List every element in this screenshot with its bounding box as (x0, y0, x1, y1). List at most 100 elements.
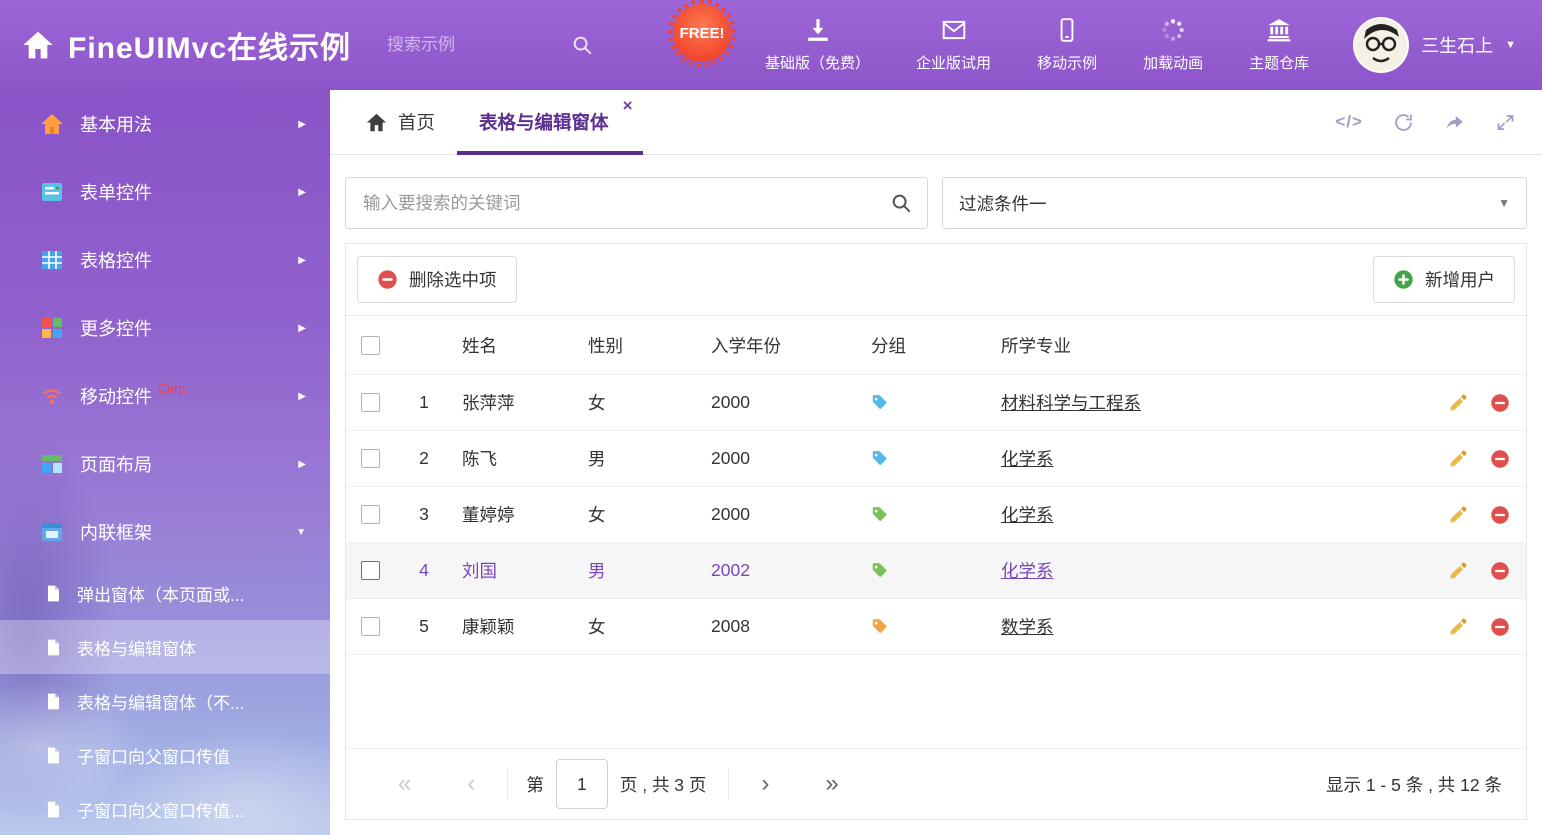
search-icon[interactable] (571, 34, 593, 56)
last-page-button[interactable]: » (797, 772, 866, 796)
tab-label: 首页 (398, 109, 435, 135)
tab-home[interactable]: 首页 (344, 90, 457, 154)
major-link[interactable]: 化学系 (1001, 449, 1054, 469)
page-number-input[interactable] (556, 759, 608, 809)
fullscreen-icon[interactable] (1495, 112, 1516, 133)
sidebar-subitem-grid-edit-window[interactable]: 表格与编辑窗体 (0, 620, 330, 674)
nav-item-basic-free[interactable]: 基础版（免费） (765, 17, 870, 73)
cell-gender: 男 (580, 558, 703, 583)
nav-item-loading-animation[interactable]: 加载动画 (1143, 17, 1203, 73)
sidebar-item-mobile-controls[interactable]: 移动控件 Corp. ▶ (0, 362, 330, 430)
header-nav: 基础版（免费） 企业版试用 移动示例 加载动画 主题仓库 (765, 17, 1309, 73)
cell-year: 2008 (703, 616, 861, 637)
nav-item-mobile-demo[interactable]: 移动示例 (1037, 17, 1097, 73)
first-page-button[interactable]: « (370, 772, 439, 796)
major-link[interactable]: 化学系 (1001, 505, 1054, 525)
share-icon[interactable] (1444, 112, 1465, 133)
delete-icon[interactable] (1490, 561, 1510, 581)
cell-year: 2002 (703, 560, 861, 581)
edit-icon[interactable] (1448, 449, 1468, 469)
refresh-icon[interactable] (1393, 112, 1414, 133)
nav-item-theme-repo[interactable]: 主题仓库 (1249, 17, 1309, 73)
tag-icon (871, 450, 888, 467)
major-link[interactable]: 材料科学与工程系 (1001, 393, 1141, 413)
sidebar-item-label: 表单控件 (80, 179, 152, 205)
table-row-selected: 4 刘国 男 2002 化学系 (346, 543, 1526, 599)
spinner-icon (1160, 17, 1186, 43)
sidebar-item-form-controls[interactable]: 表单控件 ▶ (0, 158, 330, 226)
cell-gender: 女 (580, 502, 703, 527)
column-header-name: 姓名 (454, 333, 580, 358)
delete-icon[interactable] (1490, 393, 1510, 413)
prev-page-button[interactable]: ‹ (439, 772, 503, 796)
edit-icon[interactable] (1448, 561, 1468, 581)
pager-divider (507, 769, 508, 799)
add-user-button[interactable]: 新增用户 (1373, 256, 1515, 303)
major-link[interactable]: 数学系 (1001, 617, 1054, 637)
tab-grid-edit-window[interactable]: 表格与编辑窗体 × (457, 90, 643, 154)
sidebar-item-page-layout[interactable]: 页面布局 ▶ (0, 430, 330, 498)
close-tab-icon[interactable]: × (623, 97, 633, 114)
row-checkbox[interactable] (361, 505, 380, 524)
file-icon (44, 584, 63, 603)
pager-divider (728, 769, 729, 799)
sidebar-subitem-grid-edit-window-2[interactable]: 表格与编辑窗体（不... (0, 674, 330, 728)
minus-circle-icon (377, 269, 398, 290)
search-icon[interactable] (890, 192, 912, 214)
layout-icon (40, 452, 64, 476)
edit-icon[interactable] (1448, 505, 1468, 525)
next-page-button[interactable]: › (733, 772, 797, 796)
sidebar-subitem-child-to-parent-2[interactable]: 子窗口向父窗口传值... (0, 782, 330, 835)
cell-gender: 女 (580, 390, 703, 415)
sidebar-item-iframe[interactable]: 内联框架 ▼ (0, 498, 330, 566)
delete-selected-button[interactable]: 删除选中项 (357, 256, 517, 303)
delete-icon[interactable] (1490, 617, 1510, 637)
tag-icon (871, 562, 888, 579)
tab-label: 表格与编辑窗体 (479, 109, 609, 135)
row-checkbox[interactable] (361, 561, 380, 580)
select-all-checkbox[interactable] (361, 336, 380, 355)
sidebar-item-grid-controls[interactable]: 表格控件 ▶ (0, 226, 330, 294)
header-search-input[interactable] (385, 34, 519, 56)
tag-icon (871, 506, 888, 523)
sidebar-subitem-label: 子窗口向父窗口传值 (77, 743, 230, 768)
cell-name: 刘国 (454, 558, 580, 583)
row-checkbox[interactable] (361, 449, 380, 468)
plus-circle-icon (1393, 269, 1414, 290)
sidebar-item-label: 表格控件 (80, 247, 152, 273)
cell-name: 陈飞 (454, 446, 580, 471)
table-row: 2 陈飞 男 2000 化学系 (346, 431, 1526, 487)
nav-item-enterprise-trial[interactable]: 企业版试用 (916, 17, 991, 73)
edit-icon[interactable] (1448, 617, 1468, 637)
delete-icon[interactable] (1490, 449, 1510, 469)
major-link[interactable]: 化学系 (1001, 561, 1054, 581)
row-checkbox[interactable] (361, 393, 380, 412)
sidebar-item-label: 移动控件 (80, 383, 152, 409)
grid-toolbar: 删除选中项 新增用户 (346, 244, 1526, 316)
cell-name: 董婷婷 (454, 502, 580, 527)
sidebar-subitem-label: 表格与编辑窗体 (77, 635, 196, 660)
edit-icon[interactable] (1448, 393, 1468, 413)
app-logo[interactable]: FineUIMvc在线示例 (22, 23, 351, 67)
row-checkbox[interactable] (361, 617, 380, 636)
sidebar-item-more-controls[interactable]: 更多控件 ▶ (0, 294, 330, 362)
user-menu[interactable]: 三生石上 ▼ (1353, 17, 1516, 73)
view-source-icon[interactable]: </> (1335, 112, 1363, 132)
free-badge[interactable]: FREE! (673, 4, 731, 62)
sidebar-subitem-child-to-parent[interactable]: 子窗口向父窗口传值 (0, 728, 330, 782)
nav-item-label: 企业版试用 (916, 52, 991, 73)
sidebar-item-basic-usage[interactable]: 基本用法 ▶ (0, 90, 330, 158)
free-badge-label: FREE! (680, 25, 725, 42)
chevron-down-icon: ▼ (296, 527, 306, 538)
column-header-major: 所学专业 (989, 333, 1402, 358)
header-search (385, 34, 593, 56)
delete-icon[interactable] (1490, 505, 1510, 525)
column-header-year: 入学年份 (703, 333, 861, 358)
file-icon (44, 692, 63, 711)
sidebar-item-label: 内联框架 (80, 519, 152, 545)
keyword-search-input[interactable] (361, 192, 890, 215)
filter-dropdown[interactable]: 过滤条件一 ▼ (942, 177, 1527, 229)
cell-name: 张萍萍 (454, 390, 580, 415)
sidebar-subitem-popup-window[interactable]: 弹出窗体（本页面或... (0, 566, 330, 620)
filter-dropdown-value: 过滤条件一 (959, 191, 1047, 216)
